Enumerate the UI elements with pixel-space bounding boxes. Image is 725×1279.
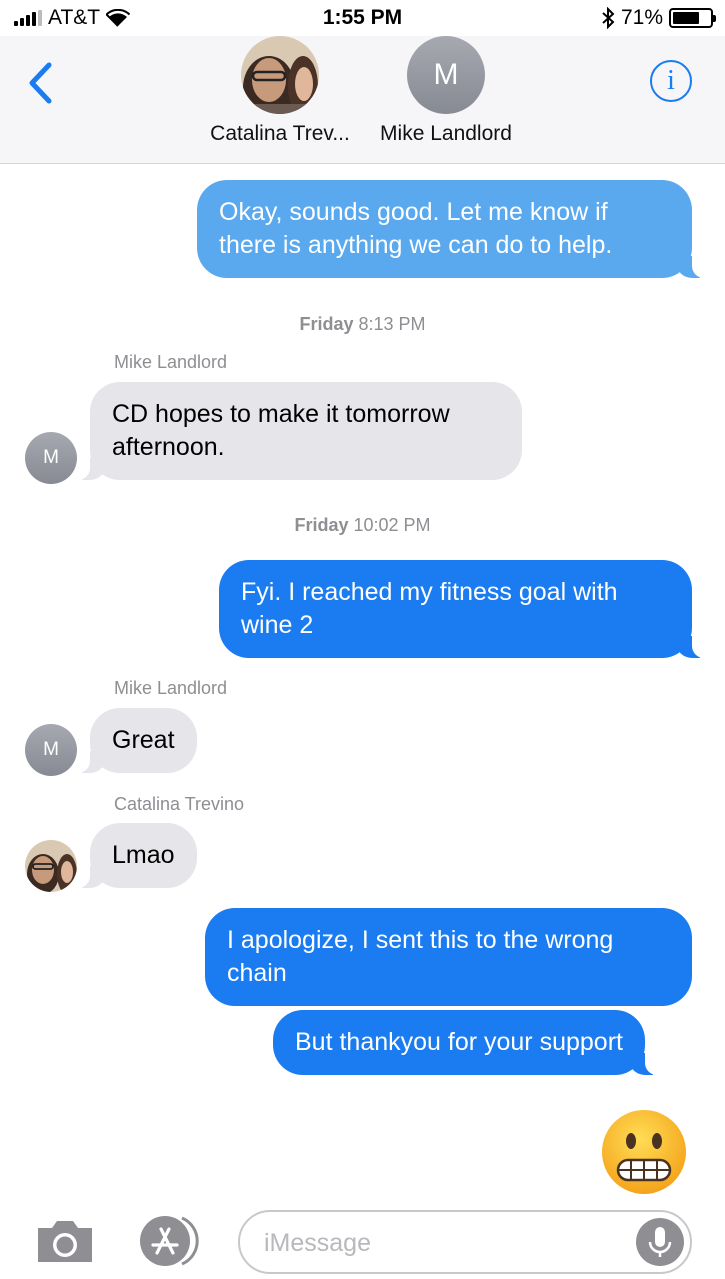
- contact-catalina[interactable]: Catalina Trev...: [197, 36, 363, 146]
- battery-percent: 71%: [620, 6, 663, 29]
- bluetooth-icon: [602, 7, 615, 29]
- status-right: 71%: [601, 6, 716, 30]
- battery-icon: [669, 8, 716, 28]
- contact-avatar-initial: M: [407, 36, 485, 114]
- app-store-icon[interactable]: [138, 1214, 206, 1268]
- timestamp-day: Friday: [294, 515, 349, 535]
- conversation-header: Catalina Trev... M Mike Landlord i: [0, 36, 725, 164]
- avatar[interactable]: M: [25, 432, 77, 484]
- message-bubble-incoming[interactable]: Great: [72, 708, 197, 773]
- contact-name: Catalina Trev...: [210, 122, 350, 145]
- message-bubble-outgoing[interactable]: Fyi. I reached my fitness goal with wine…: [219, 560, 710, 658]
- chevron-left-icon[interactable]: [22, 58, 58, 108]
- message-bubble-incoming[interactable]: Lmao: [72, 823, 197, 888]
- message-text: CD hopes to make it tomorrow afternoon.: [112, 400, 450, 461]
- message-text: But thankyou for your support: [295, 1028, 623, 1056]
- timestamp: Friday 10:02 PM: [0, 515, 725, 536]
- message-bubble-outgoing[interactable]: But thankyou for your support: [273, 1010, 663, 1075]
- message-text: Okay, sounds good. Let me know if there …: [219, 198, 613, 259]
- message-text: Great: [112, 726, 175, 754]
- status-bar: AT&T 1:55 PM 71%: [0, 0, 725, 36]
- input-bar: [0, 1200, 725, 1279]
- contact-name: Mike Landlord: [380, 122, 512, 145]
- message-text: I apologize, I sent this to the wrong ch…: [227, 926, 614, 987]
- info-icon[interactable]: i: [650, 60, 692, 102]
- sender-name: Mike Landlord: [114, 678, 228, 698]
- message-bubble-incoming[interactable]: CD hopes to make it tomorrow afternoon.: [72, 382, 522, 480]
- avatar-photo[interactable]: [25, 840, 77, 892]
- grimacing-face-icon[interactable]: [600, 1108, 688, 1196]
- message-bubble-outgoing[interactable]: Okay, sounds good. Let me know if there …: [197, 180, 710, 278]
- message-text: Fyi. I reached my fitness goal with wine…: [241, 578, 618, 639]
- battery-fill: [673, 12, 699, 24]
- sender-name: Mike Landlord: [114, 352, 228, 372]
- message-input-field[interactable]: [238, 1210, 692, 1274]
- microphone-icon[interactable]: [636, 1218, 684, 1266]
- contact-mike[interactable]: M Mike Landlord: [371, 36, 521, 146]
- contact-avatar-photo: [241, 36, 319, 114]
- message-bubble-outgoing[interactable]: I apologize, I sent this to the wrong ch…: [205, 908, 692, 1006]
- camera-icon[interactable]: [34, 1216, 96, 1266]
- message-input[interactable]: [264, 1226, 624, 1260]
- timestamp-time: 10:02 PM: [353, 515, 431, 535]
- message-text: Lmao: [112, 841, 175, 869]
- timestamp-day: Friday: [299, 314, 354, 334]
- timestamp: Friday 8:13 PM: [0, 314, 725, 335]
- avatar[interactable]: M: [25, 724, 77, 776]
- sender-name: Catalina Trevino: [114, 794, 245, 814]
- timestamp-time: 8:13 PM: [358, 314, 426, 334]
